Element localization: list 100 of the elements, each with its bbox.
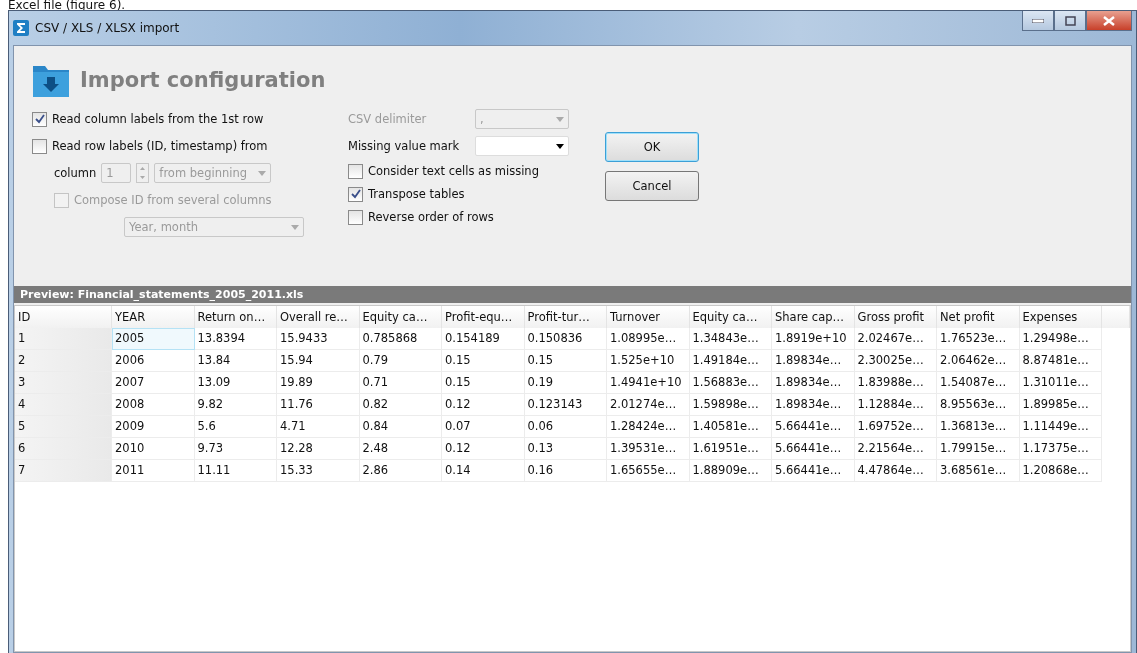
- table-cell: 1.40581e…: [689, 416, 772, 438]
- table-cell: 0.07: [442, 416, 525, 438]
- table-cell: 4.47864e…: [854, 460, 937, 482]
- table-cell: 2011: [112, 460, 195, 482]
- window-title: CSV / XLS / XLSX import: [35, 21, 180, 35]
- column-header[interactable]: Return on…: [194, 306, 277, 328]
- table-cell: 0.150836: [524, 328, 607, 350]
- table-cell: 1.28424e…: [607, 416, 690, 438]
- table-cell: 2.06462e…: [937, 350, 1020, 372]
- table-cell: 1.89985e…: [1019, 394, 1102, 416]
- caret-icon: [291, 224, 299, 230]
- table-cell: 11.76: [277, 394, 360, 416]
- checkbox[interactable]: [348, 209, 363, 225]
- cancel-button[interactable]: Cancel: [605, 171, 699, 201]
- table-cell: 1.56883e…: [689, 372, 772, 394]
- column-header[interactable]: YEAR: [112, 306, 195, 328]
- row-header: 7: [15, 460, 112, 482]
- table-cell: 11.11: [194, 460, 277, 482]
- column-header[interactable]: Equity ca…: [689, 306, 772, 328]
- row-header: 1: [15, 328, 112, 350]
- table-cell: 0.19: [524, 372, 607, 394]
- table-cell: 1.11449e…: [1019, 416, 1102, 438]
- caption-text: Excel file (figure 6).: [7, 0, 127, 10]
- column-header[interactable]: Share cap…: [772, 306, 855, 328]
- delimiter-label: CSV delimiter: [348, 112, 428, 126]
- table-cell: 1.88909e…: [689, 460, 772, 482]
- minimize-button[interactable]: [1022, 11, 1054, 31]
- table-cell: 0.82: [359, 394, 442, 416]
- table-cell: 2.01274e…: [607, 394, 690, 416]
- row-header: 2: [15, 350, 112, 372]
- table-cell: 2.86: [359, 460, 442, 482]
- sigma-icon: [13, 20, 29, 36]
- checkbox-label: Read column labels from the 1st row: [52, 112, 264, 126]
- table-cell: 4.71: [277, 416, 360, 438]
- table-cell: 0.12: [442, 438, 525, 460]
- column-label: column: [54, 166, 97, 180]
- table-cell: 5.6: [194, 416, 277, 438]
- checkbox[interactable]: [348, 186, 363, 202]
- table-cell: 2007: [112, 372, 195, 394]
- table-cell: 1.83988e…: [854, 372, 937, 394]
- table-cell: 0.06: [524, 416, 607, 438]
- spinner-icon[interactable]: [136, 163, 150, 183]
- table-cell: 1.17375e…: [1019, 438, 1102, 460]
- table-cell: 5.66441e…: [772, 438, 855, 460]
- ok-button[interactable]: OK: [605, 132, 699, 162]
- caret-icon: [556, 116, 564, 122]
- table-cell: 9.82: [194, 394, 277, 416]
- table-cell: 1.61951e…: [689, 438, 772, 460]
- table-cell: 15.9433: [277, 328, 360, 350]
- column-header[interactable]: Profit-tur…: [524, 306, 607, 328]
- table-cell: 1.59898e…: [689, 394, 772, 416]
- table-cell: 1.89834e…: [772, 350, 855, 372]
- checkbox[interactable]: [32, 111, 47, 127]
- table-cell: 1.76523e…: [937, 328, 1020, 350]
- table-cell: 1.08995e…: [607, 328, 690, 350]
- close-icon: [1103, 15, 1115, 26]
- table-cell: 15.33: [277, 460, 360, 482]
- checkbox-label: Compose ID from several columns: [74, 193, 272, 207]
- checkbox-label: Read row labels (ID, timestamp) from: [52, 139, 268, 153]
- table-cell: 0.79: [359, 350, 442, 372]
- table-cell: 0.123143: [524, 394, 607, 416]
- table-cell: 2005: [112, 328, 195, 350]
- maximize-button[interactable]: [1054, 11, 1086, 31]
- table-cell: 8.87481e…: [1019, 350, 1102, 372]
- table-cell: 12.28: [277, 438, 360, 460]
- table-cell: 2010: [112, 438, 195, 460]
- table-cell: 3.68561e…: [937, 460, 1020, 482]
- table-cell: 1.12884e…: [854, 394, 937, 416]
- table-cell: 1.65655e…: [607, 460, 690, 482]
- table-cell: 13.84: [194, 350, 277, 372]
- row-header: 6: [15, 438, 112, 460]
- table-cell: 1.36813e…: [937, 416, 1020, 438]
- column-header[interactable]: Overall re…: [277, 306, 360, 328]
- column-header[interactable]: ID: [15, 306, 112, 328]
- column-header[interactable]: Gross profit: [854, 306, 937, 328]
- table-cell: 1.79915e…: [937, 438, 1020, 460]
- table-cell: 0.15: [524, 350, 607, 372]
- column-header[interactable]: Turnover: [607, 306, 690, 328]
- minimize-icon: [1032, 18, 1044, 23]
- dialog-heading: Import configuration: [80, 68, 326, 92]
- checkbox[interactable]: [32, 138, 47, 154]
- maximize-icon: [1064, 15, 1076, 26]
- checkbox[interactable]: [348, 163, 363, 179]
- column-header[interactable]: Net profit: [937, 306, 1020, 328]
- column-header[interactable]: Equity ca…: [359, 306, 442, 328]
- table-cell: 2.21564e…: [854, 438, 937, 460]
- checkbox-label: Consider text cells as missing: [368, 164, 539, 178]
- table-cell: 1.525e+10: [607, 350, 690, 372]
- table-cell: 1.49184e…: [689, 350, 772, 372]
- table-cell: 0.14: [442, 460, 525, 482]
- table-cell: 0.12: [442, 394, 525, 416]
- column-header[interactable]: Expenses: [1019, 306, 1102, 328]
- table-cell: 2.48: [359, 438, 442, 460]
- table-cell: 2.30025e…: [854, 350, 937, 372]
- table-cell: 2.02467e…: [854, 328, 937, 350]
- column-header[interactable]: Profit-equ…: [442, 306, 525, 328]
- table-cell: 2009: [112, 416, 195, 438]
- close-button[interactable]: [1086, 11, 1132, 31]
- table-cell: 1.89834e…: [772, 394, 855, 416]
- table-cell: 0.154189: [442, 328, 525, 350]
